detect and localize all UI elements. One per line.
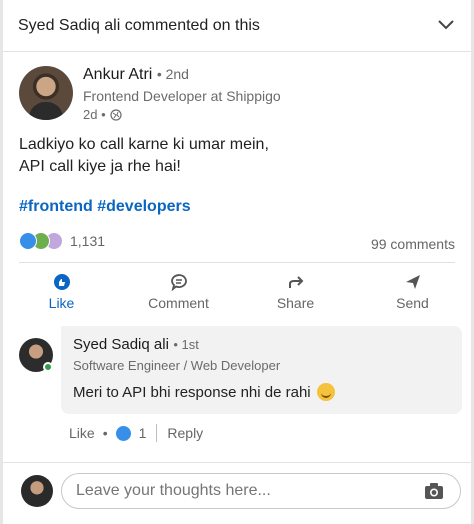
post-time-text: 2d • <box>83 107 106 122</box>
activity-header: Syed Sadiq ali commented on this <box>3 0 471 52</box>
divider <box>19 262 455 263</box>
share-button[interactable]: Share <box>237 268 354 316</box>
commenter-name-row[interactable]: Syed Sadiq ali • 1st <box>73 336 450 354</box>
comment-button[interactable]: Comment <box>120 268 237 316</box>
smile-emoji-icon <box>316 383 335 401</box>
divider <box>156 424 158 442</box>
comment-actions: Like • 1 Reply <box>69 424 203 442</box>
chevron-down-icon[interactable] <box>437 17 455 31</box>
like-label: Like <box>48 295 75 311</box>
comment-text: Meri to API bhi response nhi de rahi <box>73 383 311 401</box>
globe-icon <box>110 108 122 121</box>
author-name-row[interactable]: Ankur Atri • 2nd <box>83 66 189 84</box>
hashtag-developers[interactable]: #developers <box>97 198 190 215</box>
comment-reply-button[interactable]: Reply <box>167 425 203 441</box>
author-name[interactable]: Ankur Atri <box>83 66 152 83</box>
post-time: 2d • <box>83 107 122 122</box>
activity-header-text: Syed Sadiq ali commented on this <box>18 16 260 34</box>
camera-icon[interactable] <box>423 481 445 501</box>
comments-count[interactable]: 99 comments <box>371 236 455 252</box>
post-text-line-1: Ladkiyo ko call karne ki umar mein, <box>19 136 269 153</box>
separator-dot: • <box>102 425 108 441</box>
comment-input[interactable] <box>61 473 461 509</box>
commenter-headline: Software Engineer / Web Developer <box>73 358 281 373</box>
reaction-count[interactable]: 1,131 <box>70 233 105 249</box>
author-headline: Frontend Developer at Shippigo <box>83 88 281 104</box>
hashtag-frontend[interactable]: #frontend <box>19 198 93 215</box>
post-author[interactable]: Ankur Atri • 2nd Frontend Developer at S… <box>19 64 459 124</box>
comment-item: Syed Sadiq ali • 1st Software Engineer /… <box>19 326 463 416</box>
share-icon <box>288 276 303 288</box>
comment-label: Comment <box>148 295 209 311</box>
commenter-degree: • 1st <box>173 337 199 352</box>
comment-bubble: Syed Sadiq ali • 1st Software Engineer /… <box>61 326 462 414</box>
comment-text-row: Meri to API bhi response nhi de rahi <box>73 383 450 401</box>
post-text-line-2: API call kiye ja rhe hai! <box>19 158 181 175</box>
like-reaction-icon <box>115 425 131 441</box>
author-avatar[interactable] <box>19 66 73 120</box>
online-status-indicator <box>43 362 53 372</box>
post-hashtags: #frontend #developers <box>19 198 191 216</box>
comment-composer <box>3 462 471 524</box>
send-button[interactable]: Send <box>354 268 471 316</box>
author-degree: • 2nd <box>156 66 189 82</box>
comment-icon <box>170 274 187 291</box>
like-reaction-icon <box>19 232 37 250</box>
reactions-summary[interactable]: 1,131 <box>19 232 105 250</box>
current-user-avatar <box>21 475 53 507</box>
like-button[interactable]: Like <box>3 268 120 316</box>
like-icon <box>53 274 70 290</box>
post-text: Ladkiyo ko call karne ki umar mein, API … <box>19 134 439 178</box>
comment-like-count[interactable]: 1 <box>139 425 147 441</box>
post-actions: Like Comment Share Send <box>3 268 471 316</box>
commenter-name[interactable]: Syed Sadiq ali <box>73 336 169 353</box>
send-label: Send <box>396 295 429 311</box>
comment-like-button[interactable]: Like <box>69 425 95 441</box>
feed-card: Syed Sadiq ali commented on this Ankur A… <box>0 0 474 524</box>
share-label: Share <box>276 295 315 311</box>
send-icon <box>405 275 420 289</box>
